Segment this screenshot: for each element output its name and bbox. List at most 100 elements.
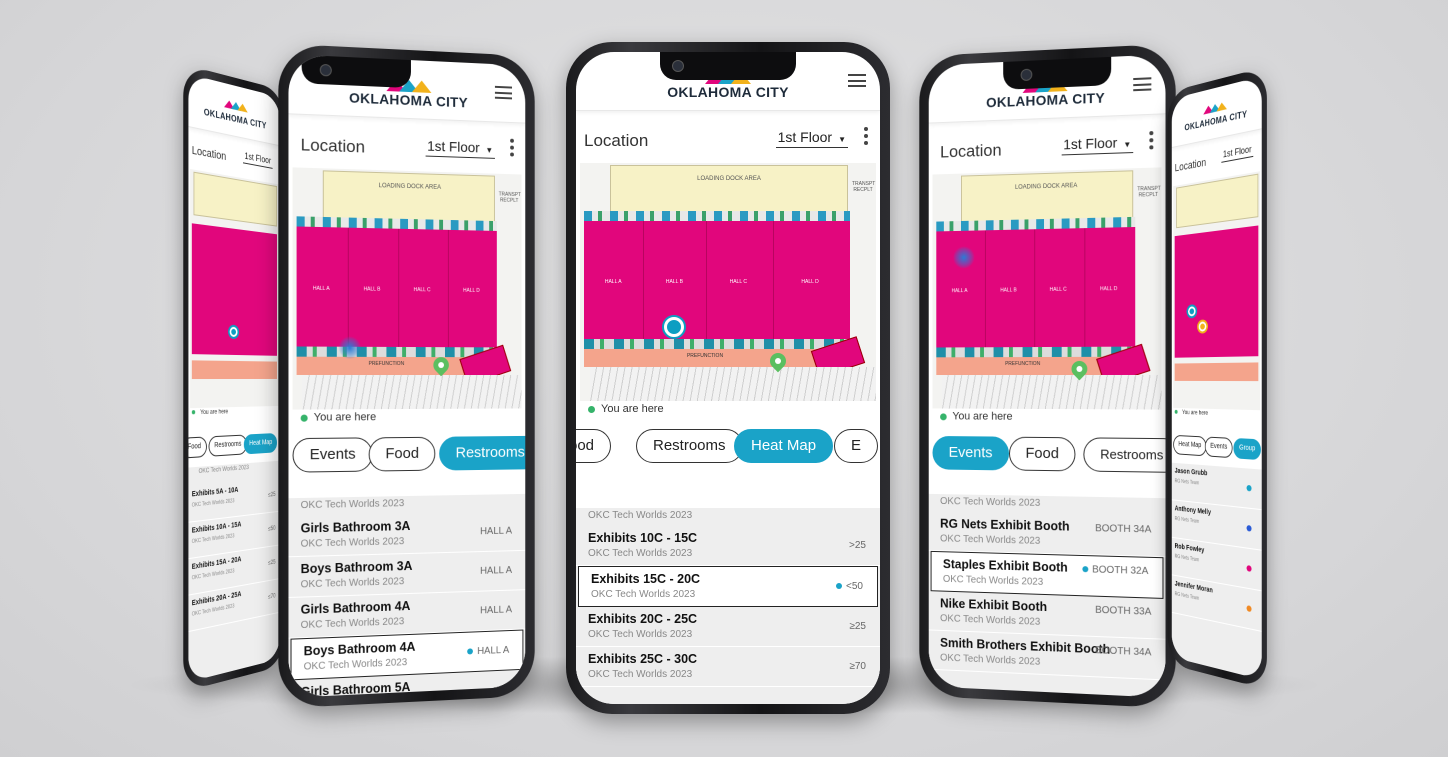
notch bbox=[1003, 56, 1112, 90]
exhibit-halls: HALL A HALL B HALL C HALL D bbox=[584, 221, 850, 339]
exhibit-halls: HALL A HALL B HALL C HALL D bbox=[936, 226, 1136, 348]
location-title: Location bbox=[1174, 156, 1207, 175]
caret-down-icon: ▼ bbox=[1123, 139, 1132, 150]
filter-chips: Food Restrooms Heat Map bbox=[188, 429, 280, 464]
menu-icon[interactable] bbox=[494, 85, 513, 100]
chip-events[interactable]: Events bbox=[292, 437, 373, 473]
you-are-here-legend: You are here bbox=[929, 410, 1166, 434]
floor-select[interactable]: 1st Floor bbox=[243, 150, 273, 169]
exhibit-halls: HALL A HALL B HALL C HALL D bbox=[296, 226, 497, 348]
chip-heat-map[interactable]: Heat Map bbox=[734, 429, 834, 463]
current-location-marker[interactable] bbox=[664, 317, 684, 337]
more-options-icon[interactable] bbox=[864, 127, 868, 148]
phone-far-right: OKLAHOMA CITY Location 1st Floor You are… bbox=[1167, 66, 1267, 690]
phone-far-left: OKLAHOMA CITY Location 1st Floor You are… bbox=[183, 64, 285, 692]
floor-select[interactable]: 1st Floor ▼ bbox=[1061, 133, 1134, 156]
location-row: Location 1st Floor ▼ bbox=[576, 111, 880, 163]
notch bbox=[301, 54, 411, 89]
selected-dot-icon bbox=[836, 583, 843, 590]
list-item-selected[interactable]: Exhibits 15C - 20C OKC Tech Worlds 2023 <5… bbox=[578, 566, 878, 607]
floor-map[interactable]: LOADING DOCK AREA TRANSPT RECPLT HALL A … bbox=[932, 167, 1162, 410]
menu-icon[interactable] bbox=[1133, 77, 1152, 92]
filter-chips: Heat Map Events Group bbox=[1172, 431, 1262, 467]
brand-name: OKLAHOMA CITY bbox=[667, 84, 789, 100]
you-are-here-legend: You are here bbox=[288, 410, 525, 434]
exhibit-halls bbox=[1174, 225, 1259, 358]
filter-chips: Events Food Restrooms bbox=[288, 432, 526, 477]
location-title: Location bbox=[584, 131, 649, 150]
chip-group[interactable]: Group bbox=[1233, 437, 1262, 461]
hall-c-label: HALL C bbox=[1049, 286, 1067, 293]
stairs bbox=[590, 367, 876, 401]
hall-a-label: HALL A bbox=[604, 279, 622, 285]
filter-chips: Events Food Restrooms bbox=[929, 432, 1166, 477]
list-item[interactable]: Girls Bathroom 3A OKC Tech Worlds 2023 HAL… bbox=[288, 511, 526, 558]
stairs bbox=[302, 374, 522, 410]
chip-restrooms[interactable]: Restrooms bbox=[208, 434, 247, 457]
chip-events[interactable]: Events bbox=[932, 435, 1009, 471]
chip-restrooms[interactable]: Restrooms bbox=[439, 435, 526, 471]
result-list: Jason Grubb RG Nets Team Anthony Melly RG … bbox=[1171, 462, 1262, 680]
list-partial-row: OKC Tech Worlds 2023 bbox=[588, 510, 693, 521]
location-title: Location bbox=[191, 144, 227, 164]
prefunction-area bbox=[191, 360, 278, 380]
chip-events[interactable]: Events bbox=[1204, 436, 1233, 459]
list-item[interactable]: Exhibits 20C - 25C OKC Tech Worlds 2023 ≥2… bbox=[576, 607, 880, 647]
floor-select[interactable]: 1st Floor bbox=[1221, 143, 1254, 163]
more-options-icon[interactable] bbox=[1149, 131, 1154, 152]
more-options-icon[interactable] bbox=[510, 138, 514, 160]
chip-food[interactable]: Food bbox=[188, 436, 207, 459]
floor-select[interactable]: 1st Floor ▼ bbox=[425, 137, 495, 159]
phone-center: OKLAHOMA CITY Location 1st Floor ▼ LOADIN… bbox=[566, 42, 890, 714]
prefunction-area: PREFUNCTION bbox=[584, 349, 826, 367]
location-row: Location 1st Floor ▼ bbox=[929, 114, 1166, 174]
chip-food[interactable]: Food bbox=[1009, 436, 1076, 472]
chip-heat-map[interactable]: Heat Map bbox=[243, 432, 278, 455]
caret-down-icon: ▼ bbox=[485, 145, 494, 155]
chip-food[interactable]: ood bbox=[576, 429, 612, 463]
list-item[interactable]: Smith Brothers Exhibit Booth OKC Tech Wor… bbox=[928, 630, 1166, 681]
filter-chips: ood Restrooms Heat Map E bbox=[576, 425, 880, 467]
menu-icon[interactable] bbox=[848, 74, 866, 87]
chip-heat-map[interactable]: Heat Map bbox=[1173, 434, 1207, 457]
list-item[interactable]: Exhibits 10C - 15C OKC Tech Worlds 2023 >2… bbox=[576, 526, 880, 566]
transport-label: TRANSPT RECPLT bbox=[1137, 185, 1161, 199]
selected-dot-icon bbox=[1082, 566, 1089, 573]
you-are-here-legend: You are here bbox=[576, 403, 880, 425]
location-title: Location bbox=[940, 140, 1002, 162]
location-title: Location bbox=[300, 135, 365, 157]
result-list: OKC Tech Worlds 2023 Exhibits 10C - 15C O… bbox=[576, 508, 880, 704]
hall-d-label: HALL D bbox=[801, 279, 819, 285]
floor-map[interactable]: LOADING DOCK AREA TRANSPT RECPLT HALL A … bbox=[292, 167, 522, 410]
transport-label: TRANSPT RECPLT bbox=[852, 181, 876, 193]
hall-c-label: HALL C bbox=[413, 287, 431, 294]
location-marker[interactable] bbox=[229, 326, 238, 338]
floor-map[interactable] bbox=[1173, 171, 1261, 411]
loading-dock-area: LOADING DOCK AREA bbox=[322, 170, 495, 224]
floor-select[interactable]: 1st Floor ▼ bbox=[775, 129, 848, 148]
location-row: Location 1st Floor ▼ bbox=[288, 114, 525, 174]
floor-map[interactable]: LOADING DOCK AREA TRANSPT RECPLT HALL A … bbox=[580, 163, 876, 401]
result-list: OKC Tech Worlds 2023 Girls Bathroom 3A OK… bbox=[288, 493, 526, 698]
hall-b-label: HALL B bbox=[665, 279, 683, 285]
chip-events[interactable]: E bbox=[834, 429, 879, 463]
hall-b-label: HALL B bbox=[1000, 287, 1017, 294]
caret-down-icon: ▼ bbox=[838, 135, 846, 144]
chip-restrooms[interactable]: Restrooms bbox=[1083, 437, 1166, 473]
list-item[interactable]: Exhibits 25C - 30C OKC Tech Worlds 2023 ≥7… bbox=[576, 647, 880, 687]
hall-a-label: HALL A bbox=[312, 285, 330, 293]
chip-restrooms[interactable]: Restrooms bbox=[636, 429, 743, 463]
heat-glow bbox=[338, 336, 361, 359]
hall-c-label: HALL C bbox=[729, 279, 747, 285]
floor-map[interactable] bbox=[190, 168, 279, 409]
chip-food[interactable]: Food bbox=[368, 436, 436, 472]
stairs bbox=[941, 374, 1162, 410]
booth-strip-top bbox=[584, 211, 850, 221]
result-list: OKC Tech Worlds 2023 Exhibits 5A - 10A OK… bbox=[188, 460, 280, 683]
notch bbox=[660, 52, 796, 80]
list-item[interactable]: RG Nets Exhibit Booth OKC Tech Worlds 202… bbox=[928, 511, 1166, 558]
booth-strip-bottom bbox=[584, 339, 850, 349]
hall-b-label: HALL B bbox=[363, 286, 381, 293]
loading-dock-area: LOADING DOCK AREA bbox=[960, 170, 1134, 223]
result-list: OKC Tech Worlds 2023 RG Nets Exhibit Boo… bbox=[928, 493, 1166, 698]
